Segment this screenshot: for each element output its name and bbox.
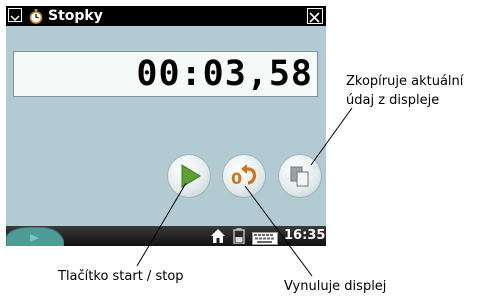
reset-leader-line	[244, 185, 313, 277]
copy-annotation-line2: údaj z displeje	[346, 93, 440, 108]
copy-leader-line	[310, 107, 353, 166]
start-leader-line	[136, 182, 187, 267]
annotation-leader-lines	[136, 107, 353, 277]
start-annotation: Tlačítko start / stop	[58, 269, 184, 284]
copy-annotation-line1: Zkopíruje aktuální	[346, 74, 464, 89]
copy-annotation: Zkopíruje aktuální údaj z displeje	[346, 72, 486, 110]
reset-annotation: Vynuluje displej	[284, 279, 387, 294]
